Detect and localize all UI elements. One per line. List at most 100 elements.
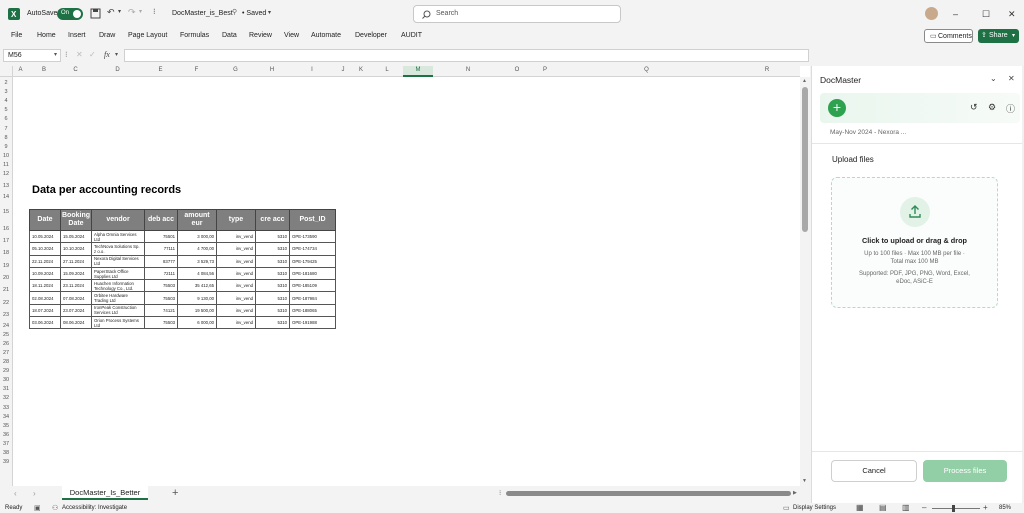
column-header[interactable]: K	[351, 67, 371, 73]
row-header[interactable]: 36	[0, 432, 12, 438]
table-cell[interactable]: TechNova Solutions Sp. z o.o.	[91, 242, 145, 256]
row-header[interactable]: 15	[0, 209, 12, 215]
table-cell[interactable]: 5310	[255, 316, 290, 330]
table-cell[interactable]: 75503	[144, 291, 178, 305]
table-cell[interactable]: 35 412,65	[177, 279, 217, 293]
row-header[interactable]: 28	[0, 359, 12, 365]
row-header[interactable]: 14	[0, 194, 12, 200]
row-header[interactable]: 37	[0, 441, 12, 447]
redo-icon[interactable]: ↷	[128, 7, 136, 18]
worksheet-grid[interactable]: A B C D E F G H I J K L M N O P Q R 2345…	[0, 66, 810, 486]
tab-insert[interactable]: Insert	[68, 32, 86, 39]
table-cell[interactable]: 5310	[255, 291, 290, 305]
table-cell[interactable]: 75503	[144, 279, 178, 293]
table-cell[interactable]: 3 529,73	[177, 254, 217, 268]
row-header[interactable]: 8	[0, 135, 12, 141]
maximize-icon[interactable]: ☐	[982, 9, 990, 20]
page-layout-view-icon[interactable]: ▤	[879, 503, 887, 512]
scroll-down-icon[interactable]: ▼	[802, 478, 807, 484]
chevron-down-icon[interactable]: ▾	[115, 51, 118, 58]
info-icon[interactable]: ⓘ	[1006, 102, 1015, 115]
table-cell[interactable]: 27.11.2024	[60, 254, 92, 268]
row-header[interactable]: 38	[0, 450, 12, 456]
tab-view[interactable]: View	[284, 32, 299, 39]
column-header[interactable]: A	[13, 67, 28, 73]
zoom-in-icon[interactable]: +	[983, 503, 988, 512]
table-cell[interactable]: 77111	[144, 242, 178, 256]
table-cell[interactable]: OPE-188065	[289, 303, 336, 318]
vertical-scrollbar[interactable]: ▲ ▼	[800, 77, 810, 486]
table-cell[interactable]: 10.09.2024	[29, 266, 61, 281]
insert-function-icon[interactable]: fx	[104, 50, 110, 59]
close-panel-icon[interactable]: ✕	[1008, 74, 1015, 83]
chevron-down-icon[interactable]: ▾	[139, 8, 142, 15]
row-header[interactable]: 31	[0, 386, 12, 392]
name-box[interactable]: M56	[3, 49, 61, 62]
table-cell[interactable]: OPE-191988	[289, 316, 336, 330]
tab-file[interactable]: File	[11, 32, 22, 39]
chevron-right-icon[interactable]: ›	[33, 489, 36, 498]
table-cell[interactable]: 15.05.2024	[60, 229, 92, 244]
tab-formulas[interactable]: Formulas	[180, 32, 209, 39]
column-header[interactable]: R	[734, 67, 800, 73]
scroll-up-icon[interactable]: ▲	[802, 78, 807, 84]
tab-audit[interactable]: AUDIT	[401, 32, 422, 39]
more-commands-icon[interactable]: ⁝	[153, 7, 156, 16]
cancel-button[interactable]: Cancel	[831, 460, 917, 482]
table-cell[interactable]: 08.06.2024	[60, 316, 92, 330]
chevron-down-icon[interactable]: ⌄	[990, 74, 997, 83]
horizontal-scrollbar[interactable]	[506, 491, 791, 496]
column-header[interactable]: B	[28, 67, 60, 73]
table-cell[interactable]: 22.11.2024	[29, 254, 61, 268]
avatar[interactable]	[925, 7, 938, 20]
table-cell[interactable]: 23.11.2024	[60, 279, 92, 293]
chevron-down-icon[interactable]: ▾	[54, 51, 57, 58]
table-cell[interactable]: inv_vend	[216, 303, 256, 318]
table-cell[interactable]: inv_vend	[216, 242, 256, 256]
table-cell[interactable]: 15.09.2024	[60, 266, 92, 281]
table-cell[interactable]: PaperStack Office Supplies Ltd	[91, 266, 145, 281]
autosave-toggle[interactable]: On	[57, 8, 83, 20]
period-selector[interactable]: May-Nov 2024 - Nexora ...	[830, 129, 906, 136]
table-cell[interactable]: Orbitee Hardware Trading Ltd	[91, 291, 145, 305]
tab-developer[interactable]: Developer	[355, 32, 387, 39]
row-header[interactable]: 18	[0, 250, 12, 256]
table-cell[interactable]: Alpha Omnia Services Ltd	[91, 229, 145, 244]
column-header[interactable]: I	[289, 67, 335, 73]
row-header[interactable]: 5	[0, 107, 12, 113]
table-cell[interactable]: 74121	[144, 303, 178, 318]
table-header[interactable]: type	[216, 209, 256, 231]
table-cell[interactable]: Orion Process Systems Ltd	[91, 316, 145, 330]
tab-page-layout[interactable]: Page Layout	[128, 32, 167, 39]
scrollbar-thumb[interactable]	[802, 87, 808, 232]
table-cell[interactable]: 02.08.2024	[29, 291, 61, 305]
cancel-entry-icon[interactable]: ✕	[76, 50, 83, 59]
table-cell[interactable]: 5310	[255, 279, 290, 293]
macro-icon[interactable]: ▣	[34, 504, 41, 512]
table-cell[interactable]: 5310	[255, 229, 290, 244]
column-header[interactable]: G	[216, 67, 255, 73]
row-header[interactable]: 13	[0, 183, 12, 189]
row-header[interactable]: 7	[0, 126, 12, 132]
table-cell[interactable]: 19 500,00	[177, 303, 217, 318]
zoom-level[interactable]: 85%	[999, 505, 1011, 511]
table-header[interactable]: cre acc	[255, 209, 290, 231]
table-cell[interactable]: inv_vend	[216, 266, 256, 281]
process-files-button[interactable]: Process files	[923, 460, 1007, 482]
chevron-down-icon[interactable]: ▾	[118, 8, 121, 15]
row-header[interactable]: 32	[0, 395, 12, 401]
table-cell[interactable]: OPE-185109	[289, 279, 336, 293]
table-header[interactable]: deb acc	[144, 209, 178, 231]
column-header[interactable]: O	[503, 67, 531, 73]
column-header[interactable]: J	[335, 67, 351, 73]
table-header[interactable]: Post_ID	[289, 209, 336, 231]
tab-automate[interactable]: Automate	[311, 32, 341, 39]
column-header[interactable]: N	[433, 67, 503, 73]
row-header[interactable]: 29	[0, 368, 12, 374]
column-header[interactable]: P	[531, 67, 559, 73]
add-sheet-icon[interactable]: +	[172, 487, 178, 499]
zoom-slider[interactable]	[932, 508, 980, 509]
minimize-icon[interactable]: –	[953, 9, 958, 19]
row-header[interactable]: 9	[0, 144, 12, 150]
column-header[interactable]: Q	[559, 67, 734, 73]
